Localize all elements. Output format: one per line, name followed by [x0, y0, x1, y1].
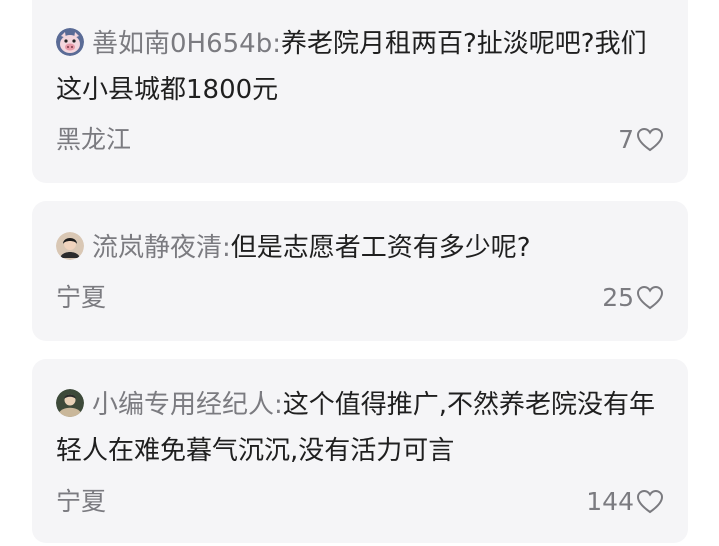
author-separator: : [272, 29, 281, 59]
heart-outline-icon[interactable] [636, 127, 664, 153]
like-button[interactable]: 25 [602, 281, 664, 315]
comment-location: 黑龙江 [56, 125, 132, 154]
comment-body: 善如南0H654b:养老院月租两百?扯淡呢吧?我们这小县城都1800元 [56, 0, 664, 113]
author-separator: : [222, 233, 231, 263]
comment-location: 宁夏 [56, 487, 107, 516]
author-separator: : [274, 390, 283, 420]
pig-avatar-icon[interactable] [56, 28, 84, 56]
comment-footer: 宁夏 25 [56, 281, 664, 315]
user-photo-avatar-icon[interactable] [56, 232, 84, 260]
like-button[interactable]: 7 [618, 123, 664, 157]
like-count: 7 [618, 125, 634, 154]
heart-outline-icon[interactable] [636, 489, 664, 515]
comment-author[interactable]: 流岚静夜清 [92, 233, 222, 263]
comment-card[interactable]: 小编专用经纪人:这个值得推广,不然养老院没有年轻人在难免暮气沉沉,没有活力可言 … [32, 359, 688, 543]
heart-outline-icon[interactable] [636, 285, 664, 311]
comment-location: 宁夏 [56, 283, 107, 312]
comment-footer: 宁夏 144 [56, 485, 664, 519]
comment-body: 流岚静夜清:但是志愿者工资有多少呢? [56, 201, 664, 271]
user-photo-avatar-icon[interactable] [56, 389, 84, 417]
comment-footer: 黑龙江 7 [56, 123, 664, 157]
comment-author[interactable]: 善如南0H654b [92, 29, 272, 59]
comment-card[interactable]: 流岚静夜清:但是志愿者工资有多少呢? 宁夏 25 [32, 201, 688, 341]
like-count: 25 [602, 283, 634, 312]
comment-card[interactable]: 善如南0H654b:养老院月租两百?扯淡呢吧?我们这小县城都1800元 黑龙江 … [32, 0, 688, 183]
comment-body: 小编专用经纪人:这个值得推广,不然养老院没有年轻人在难免暮气沉沉,没有活力可言 [56, 359, 664, 474]
comment-author[interactable]: 小编专用经纪人 [92, 390, 274, 420]
like-button[interactable]: 144 [586, 485, 664, 519]
like-count: 144 [586, 487, 634, 516]
comment-feed: 善如南0H654b:养老院月租两百?扯淡呢吧?我们这小县城都1800元 黑龙江 … [0, 0, 719, 546]
comment-text: 但是志愿者工资有多少呢? [230, 233, 531, 263]
